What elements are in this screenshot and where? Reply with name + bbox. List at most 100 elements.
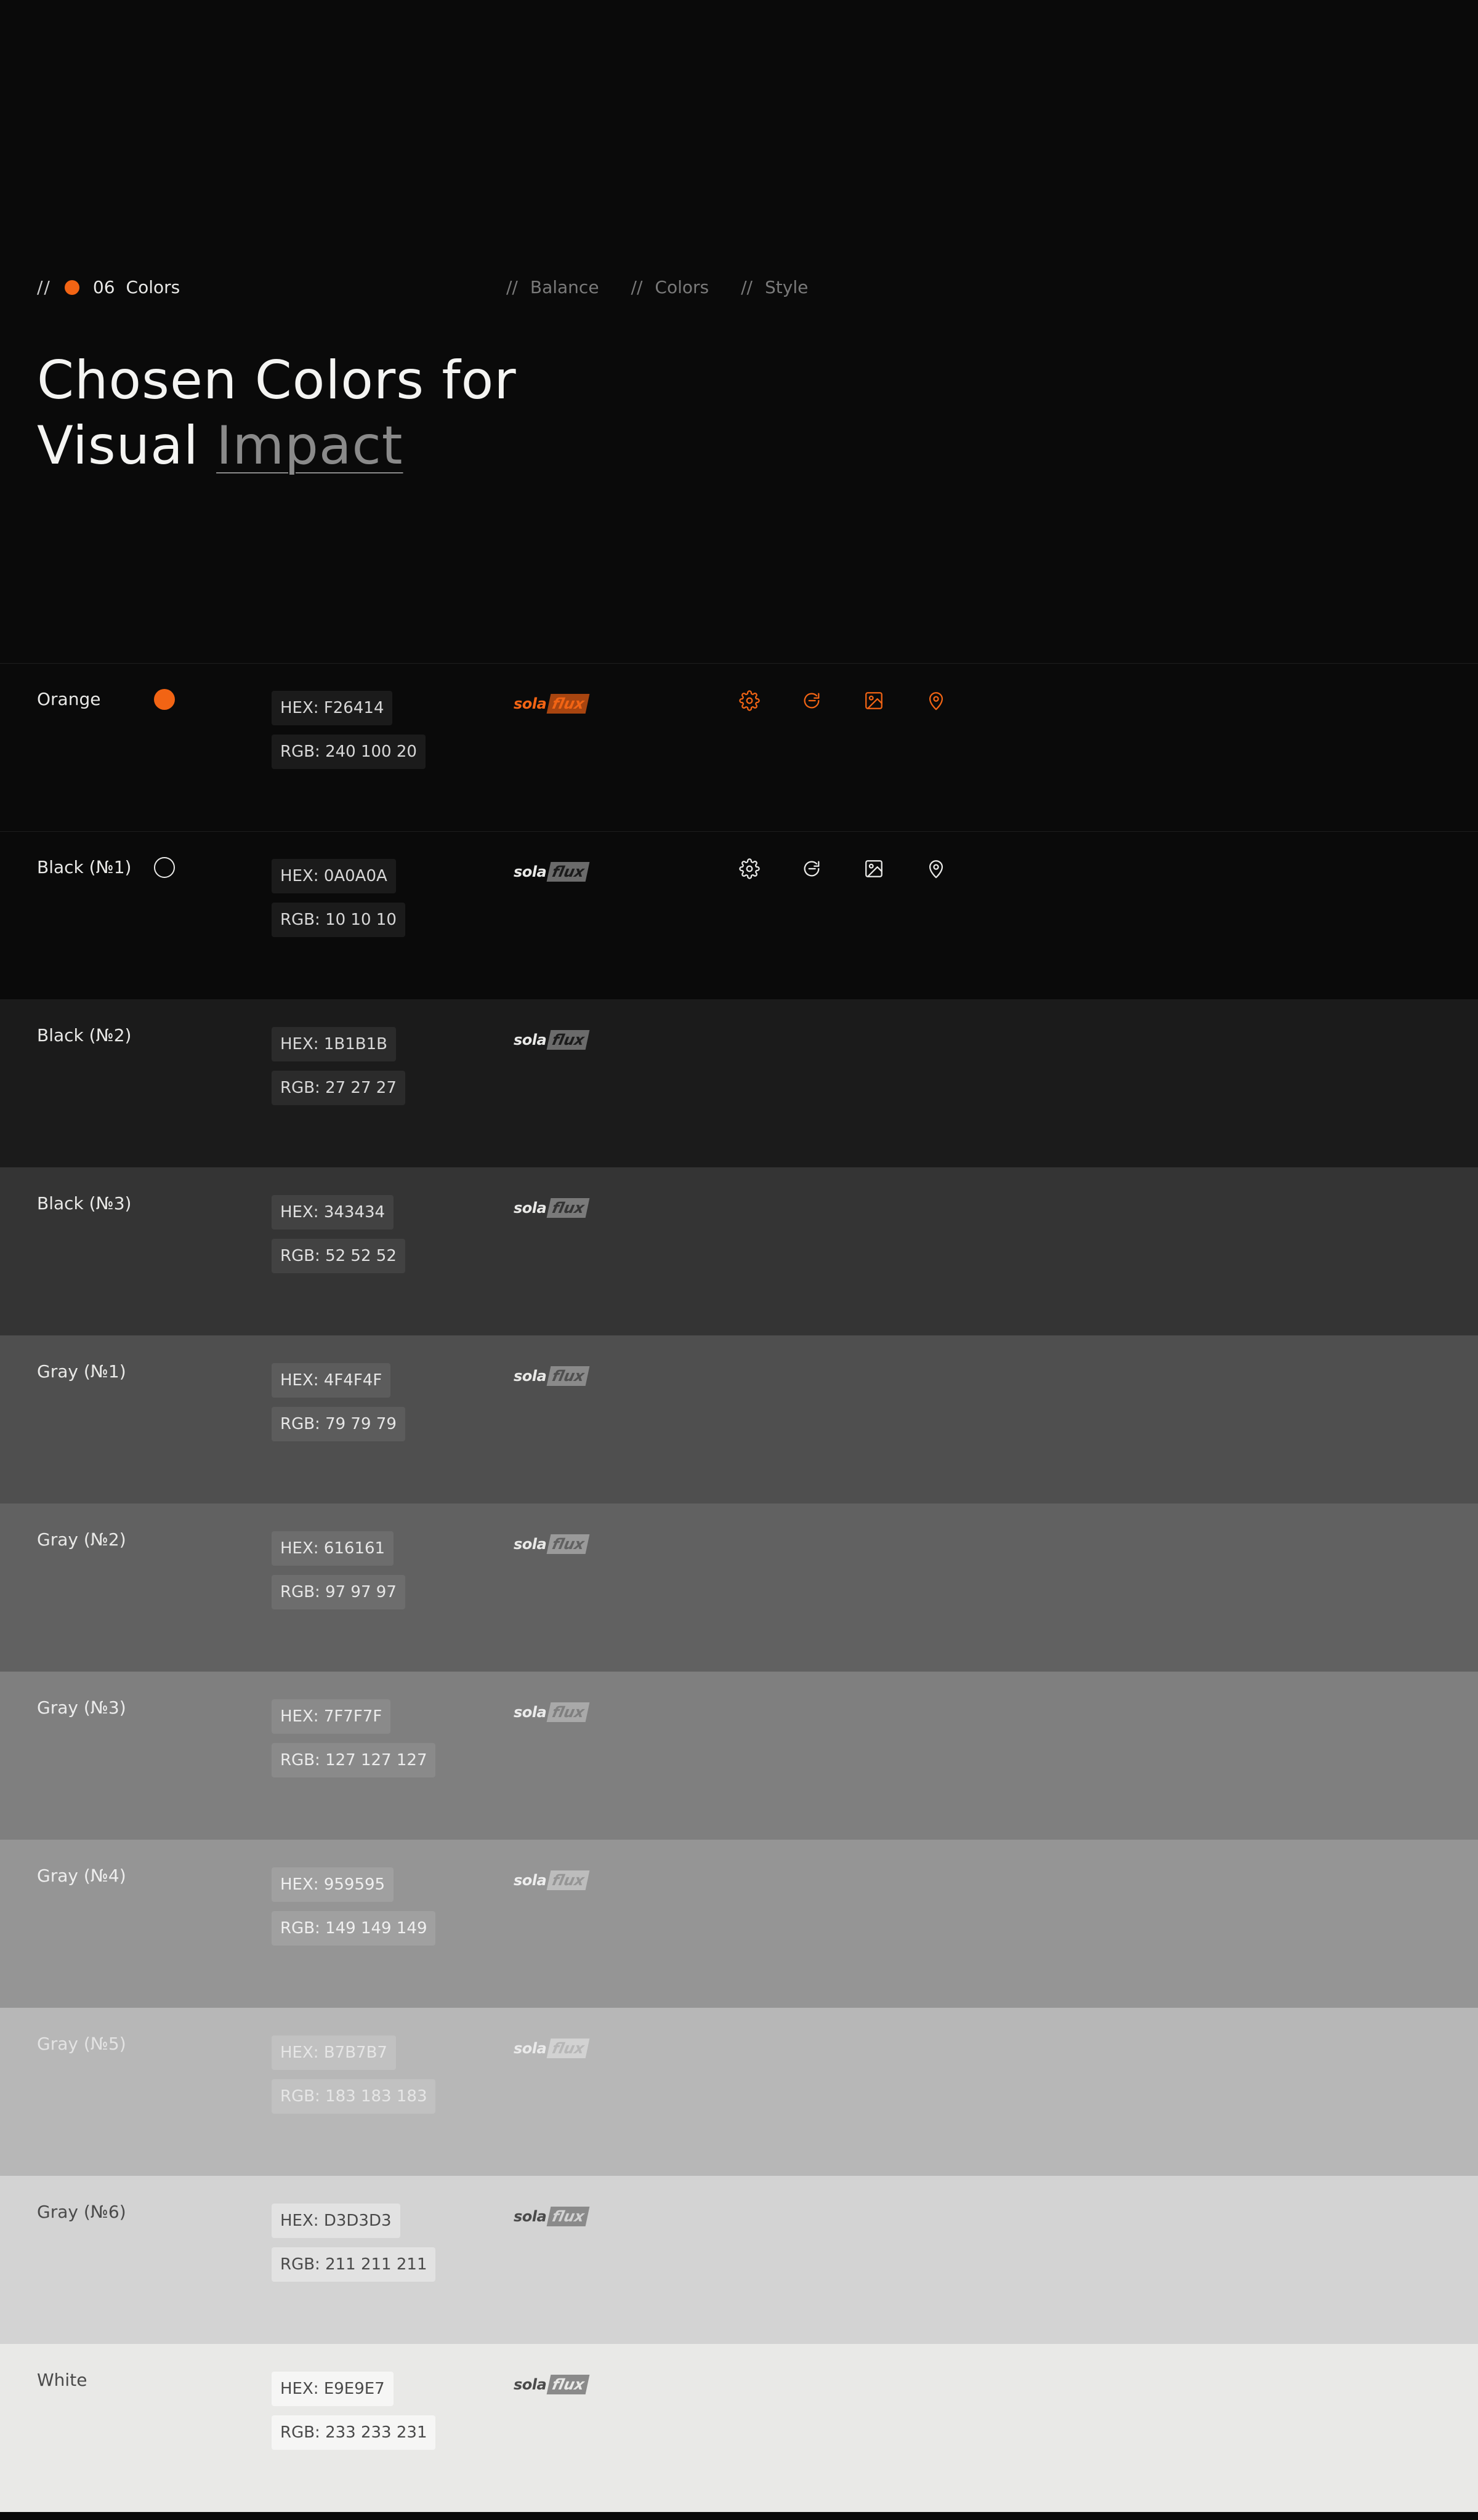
solaflux-logo: sola flux: [514, 1028, 591, 1052]
logo-text-flux: flux: [546, 694, 591, 714]
color-row: Gray (№5) HEX: B7B7B7 RGB: 183 183 183 sol…: [0, 2008, 1478, 2176]
image-icon: [863, 690, 884, 711]
logo-text-flux: flux: [546, 2039, 591, 2058]
logo-text-sola: sola: [514, 2208, 547, 2225]
breadcrumb: // 06 Colors: [37, 277, 180, 297]
rgb-value: RGB: 97 97 97: [272, 1575, 405, 1609]
gear-icon: [739, 690, 760, 711]
logo-text-sola: sola: [514, 863, 547, 880]
hex-value: HEX: 1B1B1B: [272, 1027, 396, 1061]
logo-text-flux: flux: [546, 2375, 591, 2394]
color-row: Black (№1) HEX: 0A0A0A RGB: 10 10 10 sola …: [0, 831, 1478, 999]
rgb-value: RGB: 233 233 231: [272, 2415, 436, 2450]
color-name: Orange: [37, 689, 101, 709]
logo-text-sola: sola: [514, 1536, 547, 1553]
color-row: Black (№2) HEX: 1B1B1B RGB: 27 27 27 sola …: [0, 999, 1478, 1167]
location-pin-icon: [926, 690, 947, 711]
hex-value: HEX: 4F4F4F: [272, 1363, 391, 1398]
title-line-2: Visual: [37, 415, 199, 477]
title-line-1: Chosen Colors for: [37, 350, 517, 411]
logo-text-flux: flux: [546, 1030, 591, 1050]
color-name: Gray (№1): [37, 1361, 126, 1382]
tag-balance: // Balance: [506, 277, 599, 297]
color-name: Black (№2): [37, 1025, 132, 1045]
row-divider: [0, 831, 1478, 832]
tag-label: Style: [765, 277, 809, 297]
hex-value: HEX: 343434: [272, 1195, 394, 1230]
section-title: Colors: [126, 277, 180, 297]
logo-text-sola: sola: [514, 1199, 547, 1217]
logo-text-flux: flux: [546, 2207, 591, 2226]
solaflux-logo: sola flux: [514, 1869, 591, 1892]
logo-text-sola: sola: [514, 1872, 547, 1889]
rgb-value: RGB: 149 149 149: [272, 1911, 436, 1946]
icon-set: [739, 858, 947, 879]
logo-text-flux: flux: [546, 862, 591, 882]
color-swatch-icon: [154, 689, 175, 710]
rgb-value: RGB: 211 211 211: [272, 2247, 436, 2282]
color-row: Gray (№1) HEX: 4F4F4F RGB: 79 79 79 sola f…: [0, 1335, 1478, 1504]
solaflux-logo: sola flux: [514, 2205, 591, 2228]
rgb-value: RGB: 183 183 183: [272, 2079, 436, 2114]
page-title: Chosen Colors for Visual Impact: [37, 348, 517, 478]
tag-slashes: //: [741, 277, 753, 297]
tag-slashes: //: [506, 277, 518, 297]
color-row: Gray (№6) HEX: D3D3D3 RGB: 211 211 211 sol…: [0, 2176, 1478, 2344]
color-row: White HEX: E9E9E7 RGB: 233 233 231 sola fl…: [0, 2344, 1478, 2512]
hex-value: HEX: F26414: [272, 691, 393, 725]
logo-text-sola: sola: [514, 695, 547, 712]
rgb-value: RGB: 27 27 27: [272, 1071, 405, 1105]
solaflux-logo: sola flux: [514, 860, 591, 884]
logo-text-flux: flux: [546, 1702, 591, 1722]
color-row: Gray (№4) HEX: 959595 RGB: 149 149 149 sol…: [0, 1840, 1478, 2008]
refresh-icon: [801, 690, 822, 711]
tag-slashes: //: [631, 277, 643, 297]
logo-text-flux: flux: [546, 1198, 591, 1218]
color-row: Orange HEX: F26414 RGB: 240 100 20 sola fl…: [0, 663, 1478, 831]
solaflux-logo: sola flux: [514, 1196, 591, 1220]
solaflux-logo: sola flux: [514, 692, 591, 715]
row-divider: [0, 663, 1478, 664]
solaflux-logo: sola flux: [514, 1364, 591, 1388]
solaflux-logo: sola flux: [514, 2037, 591, 2060]
logo-text-sola: sola: [514, 1031, 547, 1049]
tag-label: Colors: [655, 277, 709, 297]
color-name: Black (№1): [37, 857, 132, 877]
color-row: Gray (№2) HEX: 616161 RGB: 97 97 97 sola f…: [0, 1504, 1478, 1672]
rgb-value: RGB: 52 52 52: [272, 1239, 405, 1273]
title-accent-word: Impact: [216, 415, 403, 477]
hex-value: HEX: 7F7F7F: [272, 1699, 391, 1734]
logo-text-sola: sola: [514, 1704, 547, 1721]
hex-value: HEX: B7B7B7: [272, 2035, 396, 2070]
hex-value: HEX: E9E9E7: [272, 2372, 394, 2406]
tag-style: // Style: [741, 277, 808, 297]
color-name: White: [37, 2370, 87, 2390]
hex-value: HEX: 616161: [272, 1531, 394, 1566]
solaflux-logo: sola flux: [514, 1532, 591, 1556]
logo-text-flux: flux: [546, 1534, 591, 1554]
icon-set: [739, 690, 947, 711]
logo-text-flux: flux: [546, 1366, 591, 1386]
color-name: Gray (№6): [37, 2202, 126, 2222]
logo-text-sola: sola: [514, 1367, 547, 1385]
color-row: Gray (№3) HEX: 7F7F7F RGB: 127 127 127 sol…: [0, 1672, 1478, 1840]
color-name: Black (№3): [37, 1193, 132, 1214]
hex-value: HEX: D3D3D3: [272, 2204, 400, 2238]
color-name: Gray (№5): [37, 2034, 126, 2054]
image-icon: [863, 858, 884, 879]
tag-label: Balance: [530, 277, 599, 297]
orange-dot-icon: [64, 280, 79, 295]
solaflux-logo: sola flux: [514, 2373, 591, 2396]
breadcrumb-slashes: //: [37, 277, 51, 297]
section-number: 06: [92, 277, 115, 297]
color-name: Gray (№2): [37, 1529, 126, 1550]
solaflux-logo: sola flux: [514, 1701, 591, 1724]
hex-value: HEX: 0A0A0A: [272, 859, 396, 893]
hex-value: HEX: 959595: [272, 1867, 394, 1902]
location-pin-icon: [926, 858, 947, 879]
rgb-value: RGB: 240 100 20: [272, 735, 426, 769]
tag-colors: // Colors: [631, 277, 709, 297]
rgb-value: RGB: 79 79 79: [272, 1407, 405, 1441]
color-row: Black (№3) HEX: 343434 RGB: 52 52 52 sola …: [0, 1167, 1478, 1335]
hero-section: // 06 Colors // Balance // Colors // Sty…: [0, 0, 1478, 663]
